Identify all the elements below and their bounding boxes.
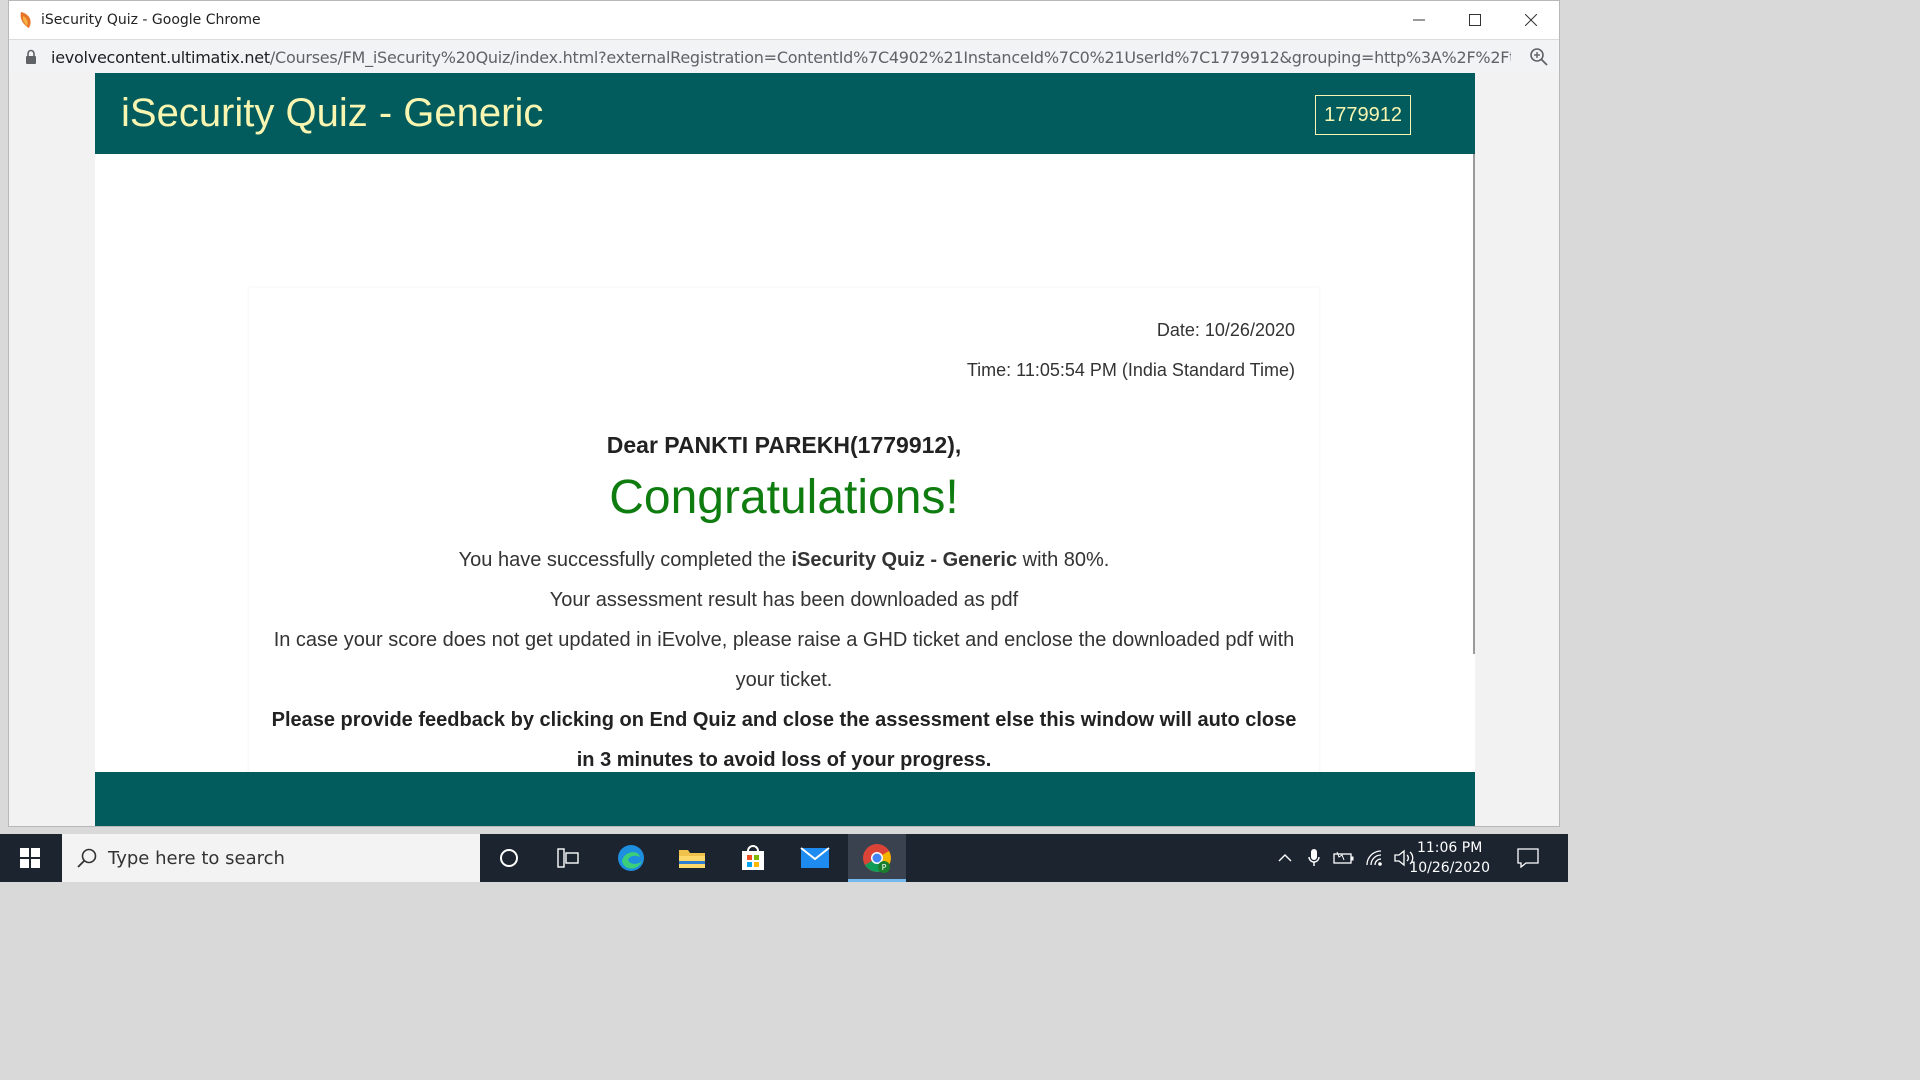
ghd-notice: In case your score does not get updated … xyxy=(273,629,1295,691)
tray-wifi[interactable] xyxy=(1362,834,1390,882)
completion-quiz-name: iSecurity Quiz - Generic xyxy=(791,549,1018,571)
taskbar-mail[interactable] xyxy=(788,834,842,882)
result-date: Date: 10/26/2020 xyxy=(1156,320,1295,340)
close-icon xyxy=(1525,14,1537,26)
chrome-icon: P xyxy=(863,844,891,873)
address-bar[interactable]: ievolvecontent.ultimatix.net/Courses/FM_… xyxy=(9,39,1559,73)
task-view-button[interactable] xyxy=(542,834,594,882)
quiz-footer xyxy=(95,772,1475,826)
mail-icon xyxy=(800,847,830,868)
title-bar: iSecurity Quiz - Google Chrome xyxy=(9,1,1559,39)
taskbar-clock[interactable]: 11:06 PM 10/26/2020 xyxy=(1409,838,1490,878)
user-id-badge: 1779912 xyxy=(1315,95,1411,135)
app-icon xyxy=(20,12,31,28)
result-time: Time: 11:05:54 PM (India Standard Time) xyxy=(966,360,1295,380)
quiz-header: iSecurity Quiz - Generic 1779912 xyxy=(95,73,1475,154)
cortana-button[interactable] xyxy=(484,834,534,882)
taskbar-edge[interactable] xyxy=(604,834,658,882)
start-button[interactable] xyxy=(0,834,60,882)
notification-icon xyxy=(1517,848,1539,868)
cortana-icon xyxy=(500,849,518,867)
taskbar-search[interactable]: Type here to search xyxy=(62,834,480,882)
search-placeholder: Type here to search xyxy=(108,848,285,869)
wifi-icon xyxy=(1366,850,1382,866)
completion-message: You have successfully completed the iSec… xyxy=(269,540,1299,580)
store-icon xyxy=(742,845,764,870)
minimize-icon xyxy=(1413,19,1425,21)
clock-date: 10/26/2020 xyxy=(1409,860,1490,876)
window-title: iSecurity Quiz - Google Chrome xyxy=(41,12,261,28)
feedback-notice: Please provide feedback by clicking on E… xyxy=(271,709,1297,771)
chevron-up-icon xyxy=(1278,854,1292,862)
page-scrollbar[interactable] xyxy=(1473,154,1475,654)
svg-text:P: P xyxy=(882,863,887,872)
edge-icon xyxy=(618,845,644,871)
windows-icon xyxy=(20,848,40,868)
taskbar-chrome[interactable]: P xyxy=(848,834,906,882)
url-text[interactable]: ievolvecontent.ultimatix.net/Courses/FM_… xyxy=(51,48,1511,67)
download-message: Your assessment result has been download… xyxy=(549,589,1019,611)
tray-battery[interactable] xyxy=(1330,834,1358,882)
lock-icon[interactable] xyxy=(25,49,37,65)
zoom-icon[interactable] xyxy=(1529,47,1549,67)
microphone-icon xyxy=(1308,849,1320,866)
tray-microphone[interactable] xyxy=(1302,834,1326,882)
taskbar-store[interactable] xyxy=(726,834,780,882)
close-button[interactable] xyxy=(1503,1,1559,39)
completion-prefix: You have successfully completed the xyxy=(458,549,792,571)
completion-score: with 80%. xyxy=(1017,549,1110,571)
clock-time: 11:06 PM xyxy=(1416,840,1483,856)
quiz-title: iSecurity Quiz - Generic xyxy=(121,91,544,135)
search-icon xyxy=(77,848,97,868)
url-path: /Courses/FM_iSecurity%20Quiz/index.html?… xyxy=(269,48,1511,67)
action-center-button[interactable] xyxy=(1508,834,1548,882)
battery-icon xyxy=(1333,851,1354,864)
folder-icon xyxy=(679,850,705,868)
maximize-button[interactable] xyxy=(1447,1,1503,39)
browser-window: iSecurity Quiz - Google Chrome ievolveco… xyxy=(8,0,1560,827)
result-card: Date: 10/26/2020 Time: 11:05:54 PM (Indi… xyxy=(249,288,1319,788)
greeting: Dear PANKTI PAREKH(1779912), xyxy=(606,432,962,458)
page-viewport: iSecurity Quiz - Generic 1779912 Date: 1… xyxy=(9,73,1559,826)
taskbar: Type here to search P 11:06 PM 10/26/202… xyxy=(0,834,1568,882)
taskbar-file-explorer[interactable] xyxy=(664,834,720,882)
maximize-icon xyxy=(1469,14,1481,26)
minimize-button[interactable] xyxy=(1391,1,1447,39)
tray-overflow-button[interactable] xyxy=(1274,834,1296,882)
quiz-body: Date: 10/26/2020 Time: 11:05:54 PM (Indi… xyxy=(95,154,1475,788)
url-domain: ievolvecontent.ultimatix.net xyxy=(51,48,270,67)
congratulations-heading: Congratulations! xyxy=(609,471,959,524)
task-view-icon xyxy=(557,848,579,868)
